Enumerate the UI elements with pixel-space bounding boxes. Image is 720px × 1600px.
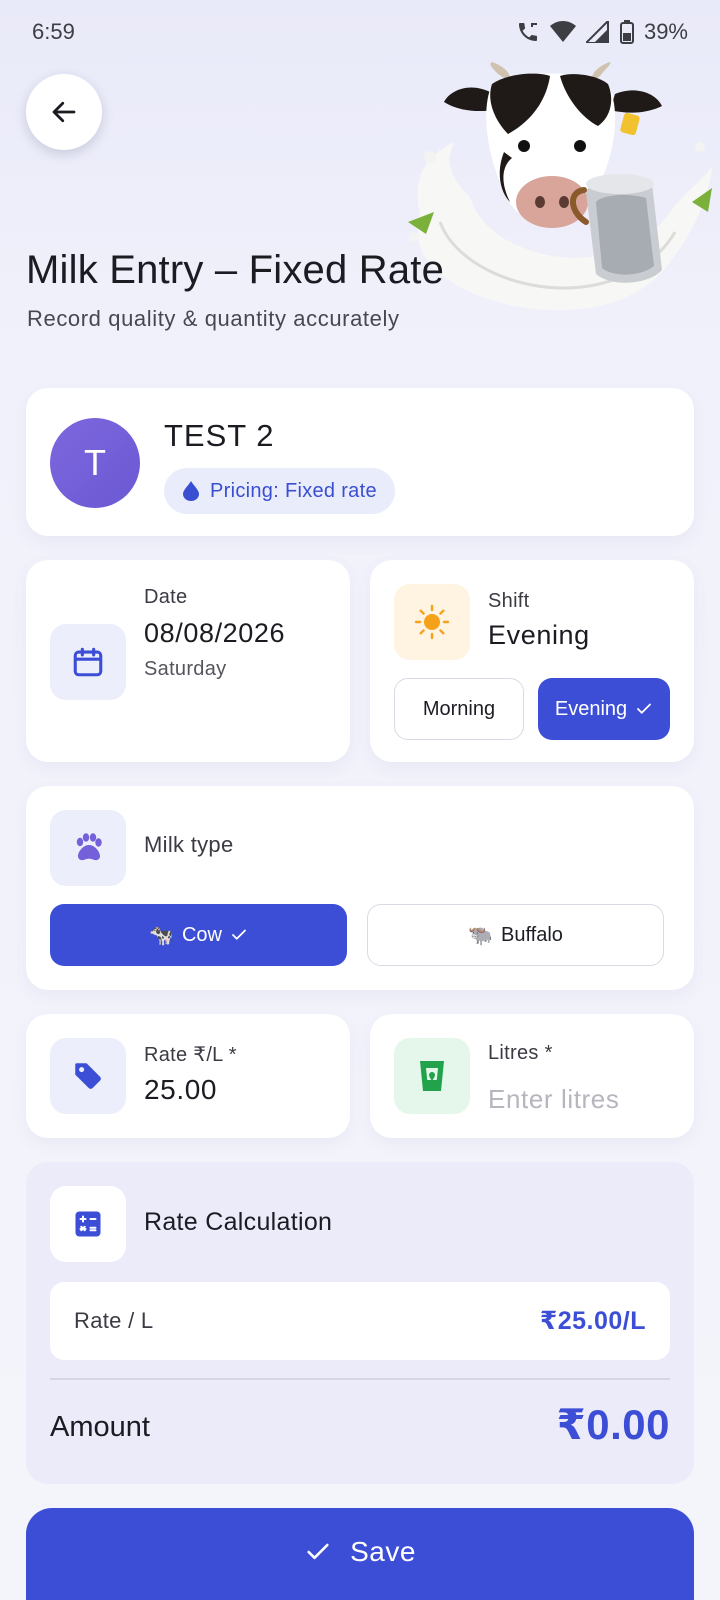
rate-card[interactable]: Rate ₹/L * 25.00 [26, 1014, 350, 1138]
litres-label: Litres * [488, 1042, 553, 1064]
shift-card: Shift Evening Morning Evening [370, 560, 694, 762]
drop-icon [183, 481, 199, 501]
pricing-chip: Pricing: Fixed rate [164, 468, 395, 514]
rate-icon-box [50, 1038, 126, 1114]
amount-label: Amount [50, 1411, 150, 1443]
back-button[interactable] [26, 74, 102, 150]
save-label: Save [350, 1536, 416, 1567]
pricing-label: Pricing: Fixed rate [210, 479, 377, 502]
status-icons: 39% [516, 19, 688, 45]
status-bar: 6:59 39% [0, 0, 720, 64]
save-button[interactable]: Save [26, 1508, 694, 1600]
signal-icon [585, 21, 609, 43]
call-icon [518, 23, 537, 41]
status-time: 6:59 [32, 19, 75, 44]
shift-label: Shift [488, 590, 530, 612]
rate-per-litre-label: Rate / L [74, 1308, 154, 1333]
page-title: Milk Entry – Fixed Rate [26, 248, 445, 292]
milk-cow-button[interactable]: 🐄 Cow [50, 904, 347, 966]
date-weekday: Saturday [144, 658, 227, 680]
buffalo-icon: 🐃 [468, 924, 493, 947]
farmer-name: TEST 2 [164, 418, 275, 453]
shift-evening-label: Evening [554, 697, 628, 720]
check-icon [307, 1543, 329, 1560]
battery-percent: 39% [643, 19, 688, 44]
date-label: Date [144, 586, 188, 608]
farmer-card: T TEST 2 Pricing: Fixed rate [26, 388, 694, 536]
shift-morning-button[interactable]: Morning [394, 678, 524, 740]
check-icon [637, 703, 652, 714]
rate-per-litre-value: ₹25.00/L [539, 1307, 646, 1335]
shift-value: Evening [488, 620, 590, 650]
calc-title: Rate Calculation [144, 1208, 333, 1236]
rate-calculation-card: Rate Calculation Rate / L ₹25.00/L Amoun… [26, 1162, 694, 1484]
battery-icon [619, 20, 634, 44]
avatar: T [50, 418, 140, 508]
milk-type-label: Milk type [144, 832, 234, 857]
date-card[interactable]: Date 08/08/2026 Saturday [26, 560, 350, 762]
shift-morning-label: Morning [422, 697, 496, 720]
calendar-icon [73, 647, 103, 677]
check-icon [232, 929, 246, 940]
shift-evening-button[interactable]: Evening [538, 678, 670, 740]
milk-buffalo-label: Buffalo [501, 923, 563, 946]
milk-type-card: Milk type 🐄 Cow 🐃 Buffalo [26, 786, 694, 990]
page-subtitle: Record quality & quantity accurately [27, 306, 400, 331]
rate-value: 25.00 [144, 1074, 218, 1105]
cow-milk-illustration [408, 62, 712, 311]
wifi-icon [549, 21, 576, 42]
date-icon-box [50, 624, 126, 700]
cow-icon: 🐄 [149, 924, 174, 947]
date-value: 08/08/2026 [144, 618, 286, 648]
amount-value: ₹0.00 [556, 1401, 670, 1448]
shift-icon-box [394, 584, 470, 660]
arrow-left-icon [52, 101, 76, 123]
rate-label: Rate ₹/L * [144, 1044, 237, 1066]
milk-cow-label: Cow [181, 923, 222, 946]
milk-buffalo-button[interactable]: 🐃 Buffalo [367, 904, 664, 966]
price-tag-icon [75, 1063, 101, 1089]
calc-icon-box [50, 1186, 126, 1262]
paw-icon [76, 833, 102, 861]
sun-icon [414, 604, 450, 640]
calculator-icon [75, 1211, 101, 1237]
milk-type-icon-box [50, 810, 126, 886]
litres-icon-box [394, 1038, 470, 1114]
litres-card[interactable]: Litres * [370, 1014, 694, 1138]
rate-per-litre-row: Rate / L ₹25.00/L [50, 1282, 670, 1360]
glass-icon [420, 1061, 444, 1091]
divider [50, 1378, 670, 1380]
litres-input[interactable] [488, 1084, 678, 1115]
